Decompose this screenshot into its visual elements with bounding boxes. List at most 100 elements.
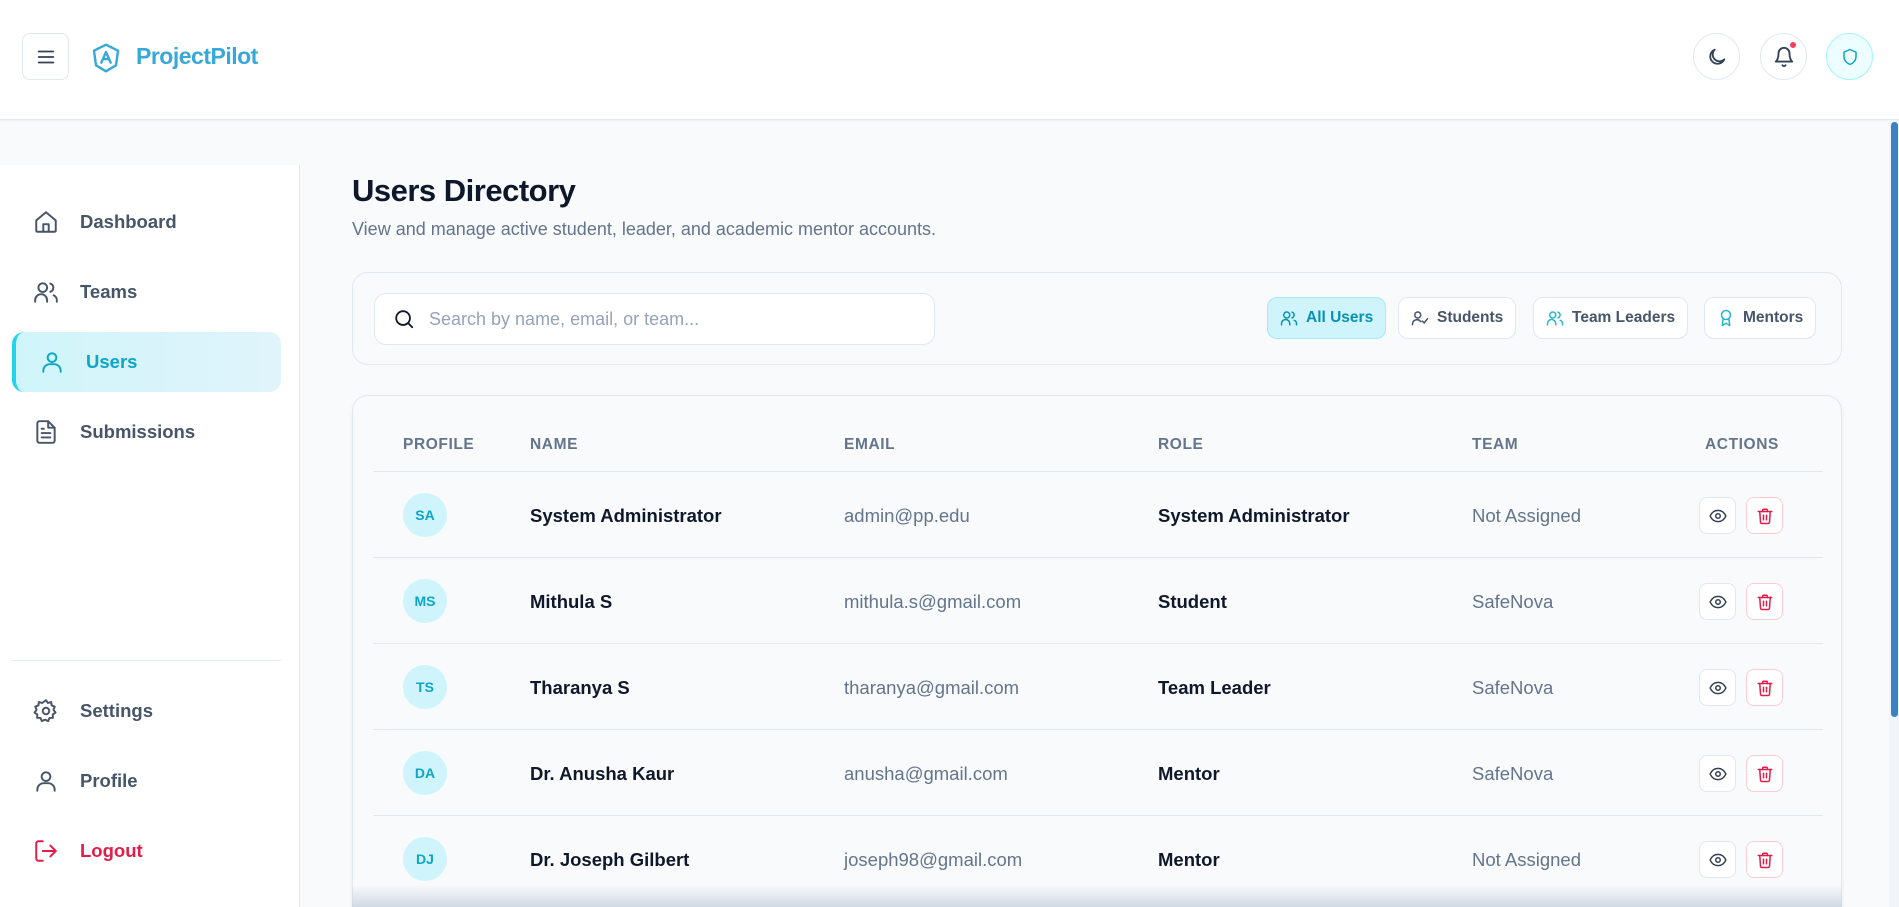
menu-icon [37, 50, 54, 63]
home-icon [32, 208, 60, 236]
sidebar-item-logout[interactable]: Logout [12, 821, 281, 881]
sidebar-item-label: Users [86, 351, 138, 372]
delete-button[interactable] [1746, 841, 1783, 878]
table-row[interactable]: TS Tharanya S tharanya@gmail.com Team Le… [373, 644, 1823, 730]
filter-students[interactable]: Students [1398, 297, 1517, 339]
delete-button[interactable] [1746, 755, 1783, 792]
user-team: SafeNova [1472, 677, 1554, 698]
filter-all-users[interactable]: All Users [1267, 297, 1387, 339]
eye-icon [1708, 681, 1727, 694]
sidebar-item-label: Teams [80, 281, 138, 302]
user-email: admin@pp.edu [844, 505, 970, 526]
trash-icon [1757, 680, 1772, 696]
user-team: SafeNova [1472, 763, 1554, 784]
user-icon [32, 767, 60, 795]
user-name: Dr. Joseph Gilbert [530, 849, 690, 870]
notifications-button[interactable] [1760, 33, 1807, 80]
delete-button[interactable] [1746, 583, 1783, 620]
view-button[interactable] [1699, 841, 1736, 878]
user-name: Dr. Anusha Kaur [530, 763, 675, 784]
moon-icon [1708, 48, 1725, 65]
page-title: Users Directory [352, 173, 576, 208]
sidebar-item-label: Profile [80, 770, 138, 791]
search-icon [395, 310, 414, 329]
app-name[interactable]: ProjectPilot [136, 43, 258, 70]
user-email: joseph98@gmail.com [844, 849, 1023, 870]
users-icon [1546, 311, 1564, 326]
menu-button[interactable] [22, 33, 69, 80]
column-header-team[interactable]: TEAM [1472, 436, 1518, 454]
users-icon [1280, 311, 1298, 326]
gear-icon [32, 697, 60, 725]
sidebar-item-submissions[interactable]: Submissions [12, 402, 281, 462]
profile-avatar-button[interactable] [1826, 33, 1873, 80]
filter-label: Team Leaders [1572, 309, 1676, 326]
user-team: Not Assigned [1472, 849, 1582, 870]
user-email: mithula.s@gmail.com [844, 591, 1022, 612]
user-email: anusha@gmail.com [844, 763, 1008, 784]
trash-icon [1757, 852, 1772, 868]
user-role: Team Leader [1158, 677, 1271, 698]
view-button[interactable] [1699, 669, 1736, 706]
avatar: TS [403, 665, 447, 709]
view-button[interactable] [1699, 497, 1736, 534]
column-header-name[interactable]: NAME [530, 436, 578, 454]
filter-label: All Users [1306, 309, 1374, 326]
trash-icon [1757, 508, 1772, 524]
award-icon [1720, 309, 1732, 327]
eye-icon [1708, 767, 1727, 780]
filter-label: Students [1437, 309, 1504, 326]
sidebar-item-label: Submissions [80, 421, 196, 442]
sidebar-item-profile[interactable]: Profile [12, 751, 281, 811]
table-header: PROFILE NAME EMAIL ROLE TEAM ACTIONS [373, 396, 1823, 472]
delete-button[interactable] [1746, 669, 1783, 706]
view-button[interactable] [1699, 583, 1736, 620]
sidebar: Dashboard Teams Users Submissions Settin… [0, 165, 300, 907]
user-email: tharanya@gmail.com [844, 677, 1020, 698]
users-table: PROFILE NAME EMAIL ROLE TEAM ACTIONS SA … [352, 395, 1842, 907]
filter-mentors[interactable]: Mentors [1704, 297, 1817, 339]
sidebar-item-label: Settings [80, 700, 153, 721]
column-header-email[interactable]: EMAIL [844, 436, 895, 454]
avatar: DJ [403, 837, 447, 881]
filter-team-leaders[interactable]: Team Leaders [1533, 297, 1689, 339]
column-header-role[interactable]: ROLE [1158, 436, 1203, 454]
table-row[interactable]: DA Dr. Anusha Kaur anusha@gmail.com Ment… [373, 730, 1823, 816]
sidebar-divider [12, 660, 281, 661]
sidebar-item-teams[interactable]: Teams [12, 262, 281, 322]
avatar: MS [403, 579, 447, 623]
column-header-actions: ACTIONS [1705, 436, 1779, 453]
user-team: SafeNova [1472, 591, 1554, 612]
filter-bar: All Users Students Team Leaders Mentors [352, 272, 1842, 365]
scroll-fade [352, 885, 1842, 907]
page-subtitle: View and manage active student, leader, … [352, 219, 937, 239]
trash-icon [1757, 766, 1772, 782]
sidebar-item-users[interactable]: Users [12, 332, 281, 392]
table-row[interactable]: SA System Administrator admin@pp.edu Sys… [373, 472, 1823, 558]
eye-icon [1708, 509, 1727, 522]
search-box[interactable] [374, 293, 935, 345]
theme-toggle-button[interactable] [1693, 33, 1740, 80]
user-role: Student [1158, 591, 1227, 612]
view-button[interactable] [1699, 755, 1736, 792]
trash-icon [1757, 594, 1772, 610]
users-icon [32, 278, 60, 306]
sidebar-item-label: Dashboard [80, 211, 177, 232]
user-role: System Administrator [1158, 505, 1350, 526]
column-header-profile[interactable]: PROFILE [403, 436, 474, 454]
sidebar-item-settings[interactable]: Settings [12, 681, 281, 741]
search-input[interactable] [429, 308, 909, 330]
logout-icon [32, 837, 60, 865]
eye-icon [1708, 853, 1727, 866]
logo-icon [92, 43, 120, 73]
avatar: DA [403, 751, 447, 795]
sidebar-item-dashboard[interactable]: Dashboard [12, 192, 281, 252]
user-role: Mentor [1158, 849, 1220, 870]
delete-button[interactable] [1746, 497, 1783, 534]
scrollbar-thumb[interactable] [1891, 122, 1898, 717]
filter-label: Mentors [1743, 309, 1804, 326]
shield-icon [1842, 48, 1857, 65]
sidebar-item-label: Logout [80, 840, 143, 861]
table-row[interactable]: MS Mithula S mithula.s@gmail.com Student… [373, 558, 1823, 644]
user-name: Tharanya S [530, 677, 630, 698]
